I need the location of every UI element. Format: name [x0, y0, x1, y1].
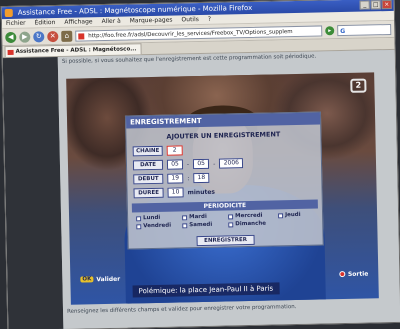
address-bar[interactable]: http://foo.free.fr/adsl/Decouvrir_les_se…: [75, 24, 323, 42]
checkbox-icon[interactable]: [136, 215, 142, 221]
menu-view[interactable]: Affichage: [64, 17, 92, 27]
time-separator: :: [187, 174, 190, 182]
tab-label: Assistance Free - ADSL : Magnétosco...: [15, 46, 137, 55]
save-recording-button[interactable]: ENREGISTRER: [196, 234, 255, 247]
day-monday[interactable]: Lundi: [136, 214, 182, 221]
day-label: Jeudi: [285, 211, 301, 219]
day-label: Mercredi: [235, 212, 263, 220]
home-button[interactable]: ⌂: [61, 30, 73, 42]
duration-row: DUREE 10 minutes: [133, 187, 215, 199]
date-year-input[interactable]: 2006: [219, 158, 244, 169]
day-label: Dimanche: [235, 220, 267, 228]
date-label: DATE: [132, 159, 164, 171]
menu-tools[interactable]: Outils: [181, 15, 199, 24]
date-row: DATE 05 - 05 - 2006: [132, 158, 244, 171]
duration-label: DUREE: [133, 187, 164, 199]
reload-button[interactable]: ↻: [33, 30, 45, 42]
day-label: Mardi: [189, 213, 207, 221]
start-label: DEBUT: [133, 173, 164, 185]
window-controls: _ □ ×: [359, 0, 392, 10]
menu-help[interactable]: ?: [208, 15, 211, 24]
checkbox-icon[interactable]: [228, 213, 234, 219]
tab-favicon-icon: [7, 49, 14, 56]
article-area: Si possible, si vous souhaitez que l'enr…: [57, 49, 400, 329]
channel-row: CHAINE 2: [132, 145, 183, 157]
weekday-grid: Lundi Mardi Mercredi Jeudi Vendredi Same…: [136, 212, 318, 230]
start-hour-input[interactable]: 19: [167, 173, 184, 184]
checkbox-icon[interactable]: [136, 223, 142, 229]
stop-button[interactable]: ✕: [47, 30, 59, 42]
forward-button[interactable]: ▶: [19, 31, 31, 43]
day-label: Lundi: [143, 214, 161, 222]
day-label: Vendredi: [143, 222, 172, 230]
browser-window: Assistance Free - ADSL : Magnétoscope nu…: [0, 0, 400, 329]
close-button[interactable]: ×: [381, 0, 392, 10]
date-separator: -: [186, 160, 190, 168]
day-label: Samedi: [189, 221, 213, 229]
day-thursday[interactable]: Jeudi: [278, 212, 318, 219]
start-minute-input[interactable]: 18: [193, 172, 210, 184]
checkbox-icon[interactable]: [182, 222, 188, 228]
day-friday[interactable]: Vendredi: [136, 222, 182, 229]
google-icon: G: [340, 27, 346, 35]
validate-label: Valider: [96, 275, 121, 283]
dialog-subtitle: AJOUTER UN ENREGISTREMENT: [166, 130, 281, 141]
ok-key-icon: OK: [80, 276, 94, 283]
date-separator: -: [213, 160, 216, 168]
day-saturday[interactable]: Samedi: [182, 221, 228, 228]
address-text: http://foo.free.fr/adsl/Decouvrir_les_se…: [88, 28, 293, 39]
minimize-button[interactable]: _: [359, 0, 370, 10]
site-favicon-icon: [78, 32, 85, 40]
left-dark-margin: [2, 56, 64, 329]
search-box[interactable]: G: [337, 23, 392, 36]
day-tuesday[interactable]: Mardi: [182, 213, 228, 220]
date-month-input[interactable]: 05: [193, 158, 210, 170]
checkbox-icon[interactable]: [278, 212, 284, 218]
page-content: Si possible, si vous souhaitez que l'enr…: [2, 49, 400, 329]
tv-screenshot: 2 ENREGISTREMENT AJOUTER UN ENREGISTREME…: [66, 72, 379, 305]
duration-unit: minutes: [187, 188, 216, 196]
menu-bookmarks[interactable]: Marque-pages: [130, 16, 173, 26]
duration-input[interactable]: 10: [167, 187, 184, 198]
recording-dialog: ENREGISTREMENT AJOUTER UN ENREGISTREMENT…: [124, 111, 324, 250]
exit-hint: Sortie: [338, 269, 369, 280]
channel-logo: 2: [350, 78, 367, 93]
firefox-icon: [4, 8, 13, 18]
validate-hint: OK Valider: [80, 274, 120, 285]
start-row: DEBUT 19 : 18: [133, 172, 210, 185]
checkbox-icon[interactable]: [182, 214, 188, 220]
day-wednesday[interactable]: Mercredi: [228, 212, 278, 219]
periodicity-header: PERIODICITE: [131, 199, 318, 213]
outro-text: Renseignez les différents champs et vali…: [66, 304, 297, 315]
date-day-input[interactable]: 05: [166, 159, 184, 170]
back-button[interactable]: ◀: [5, 31, 17, 43]
channel-label: CHAINE: [132, 145, 163, 157]
red-key-icon: [338, 271, 345, 278]
day-sunday[interactable]: Dimanche: [228, 220, 278, 227]
menu-file[interactable]: Fichier: [6, 19, 26, 28]
menu-go[interactable]: Aller à: [101, 17, 120, 26]
dialog-title: ENREGISTREMENT: [125, 112, 321, 129]
exit-label: Sortie: [347, 270, 369, 278]
go-button[interactable]: ▸: [325, 25, 335, 35]
channel-input[interactable]: 2: [166, 145, 183, 156]
checkbox-icon[interactable]: [228, 221, 234, 227]
maximize-button[interactable]: □: [370, 0, 381, 10]
menu-edit[interactable]: Édition: [35, 18, 56, 27]
intro-text: Si possible, si vous souhaitez que l'enr…: [61, 53, 317, 65]
